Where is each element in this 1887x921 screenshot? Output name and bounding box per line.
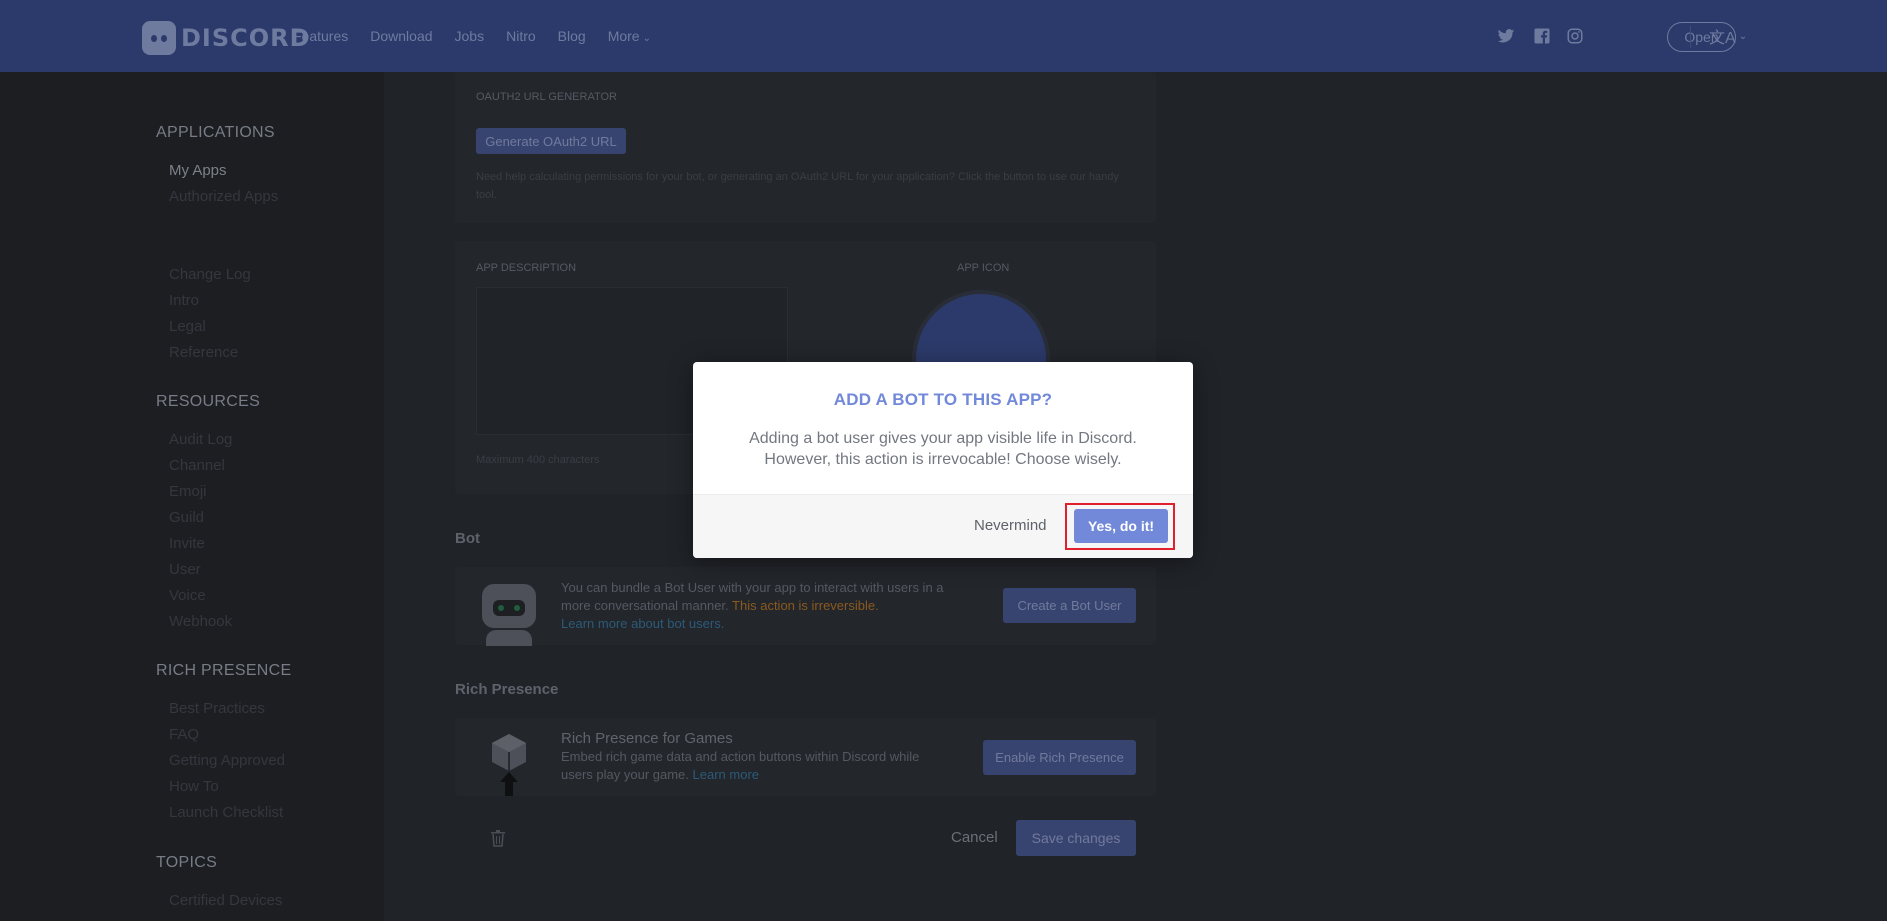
target-highlight-box [1065,503,1175,550]
sidebar-item-launch-checklist[interactable]: Launch Checklist [169,804,283,821]
rich-presence-heading: Rich Presence for Games [561,730,733,747]
sidebar-item-legal[interactable]: Legal [169,318,206,335]
sidebar-item-reference[interactable]: Reference [169,344,238,361]
enable-rich-presence-button[interactable]: Enable Rich Presence [983,740,1136,775]
docs-sidebar: APPLICATIONS My Apps Authorized Apps Cha… [0,72,384,921]
rich-presence-description: Rich Presence for Games Embed rich game … [561,730,941,784]
nav-link-blog[interactable]: Blog [558,28,586,44]
oauth-help-text: Need help calculating permissions for yo… [476,171,1119,201]
game-cube-icon [492,734,526,796]
twitter-icon[interactable] [1497,27,1515,45]
sidebar-item-getting-approved[interactable]: Getting Approved [169,752,285,769]
rich-presence-learn-more-link[interactable]: Learn more [693,767,759,782]
sidebar-item-best-practices[interactable]: Best Practices [169,700,265,717]
max-characters-hint: Maximum 400 characters [476,454,600,466]
discord-logo-icon [142,21,176,55]
translate-icon: 文A [1709,30,1736,47]
irreversible-warning: This action is irreversible. [732,598,879,613]
instagram-icon[interactable] [1566,27,1584,45]
sidebar-item-voice[interactable]: Voice [169,587,206,604]
sidebar-section-applications: APPLICATIONS [156,124,275,141]
nav-link-nitro[interactable]: Nitro [506,28,536,44]
nav-link-download[interactable]: Download [370,28,432,44]
robot-icon [476,580,542,646]
generate-oauth2-url-button[interactable]: Generate OAuth2 URL [476,128,626,154]
oauth-section-label: OAUTH2 URL GENERATOR [476,91,617,103]
more-label: More [607,28,640,44]
sidebar-item-guild[interactable]: Guild [169,509,204,526]
sidebar-item-my-apps[interactable]: My Apps [169,162,227,179]
sidebar-item-audit-log[interactable]: Audit Log [169,431,232,448]
brand-name: DISCORD [181,24,311,52]
chevron-down-icon: ⌄ [642,33,651,44]
sidebar-section-resources: RESOURCES [156,393,261,410]
nav-link-jobs[interactable]: Jobs [455,28,485,44]
sidebar-item-intro[interactable]: Intro [169,292,199,309]
sidebar-item-how-to[interactable]: How To [169,778,219,795]
sidebar-item-invite[interactable]: Invite [169,535,205,552]
app-icon-label: APP ICON [957,262,1010,274]
chevron-down-icon: ⌄ [1738,30,1748,42]
top-navbar: DISCORD Features Download Jobs Nitro Blo… [0,0,1887,72]
trash-icon[interactable] [490,829,506,847]
dialog-message: Adding a bot user gives your app visible… [749,430,1137,468]
bot-section-title: Bot [455,530,480,547]
sidebar-section-topics: TOPICS [156,854,218,871]
nav-link-more[interactable]: More ⌄ [608,28,651,44]
nevermind-button[interactable]: Nevermind [974,517,1047,534]
sidebar-section-rich-presence: RICH PRESENCE [156,662,292,679]
rich-presence-section-title: Rich Presence [455,681,559,698]
dialog-title: ADD A BOT TO THIS APP? [833,390,1053,409]
bot-description: You can bundle a Bot User with your app … [561,579,961,633]
nav-divider [1690,26,1691,48]
nav-link-features[interactable]: Features [293,28,348,44]
create-bot-user-button[interactable]: Create a Bot User [1003,588,1136,623]
discord-logo[interactable]: DISCORD [142,20,311,56]
sidebar-item-authorized-apps[interactable]: Authorized Apps [169,188,278,205]
facebook-icon[interactable] [1533,27,1551,45]
cancel-button[interactable]: Cancel [951,829,998,846]
sidebar-item-change-log[interactable]: Change Log [169,266,251,283]
sidebar-item-emoji[interactable]: Emoji [169,483,207,500]
sidebar-item-faq[interactable]: FAQ [169,726,199,743]
sidebar-item-channel[interactable]: Channel [169,457,225,474]
app-description-label: APP DESCRIPTION [476,262,577,274]
sidebar-item-webhook[interactable]: Webhook [169,613,232,630]
nav-links: Features Download Jobs Nitro Blog More ⌄ [293,28,673,44]
sidebar-item-certified-devices[interactable]: Certified Devices [169,892,282,909]
save-changes-button[interactable]: Save changes [1016,820,1136,856]
bot-learn-more-link[interactable]: Learn more about bot users. [561,616,724,631]
sidebar-item-user[interactable]: User [169,561,201,578]
language-selector[interactable]: 文A ⌄ [1709,24,1747,48]
